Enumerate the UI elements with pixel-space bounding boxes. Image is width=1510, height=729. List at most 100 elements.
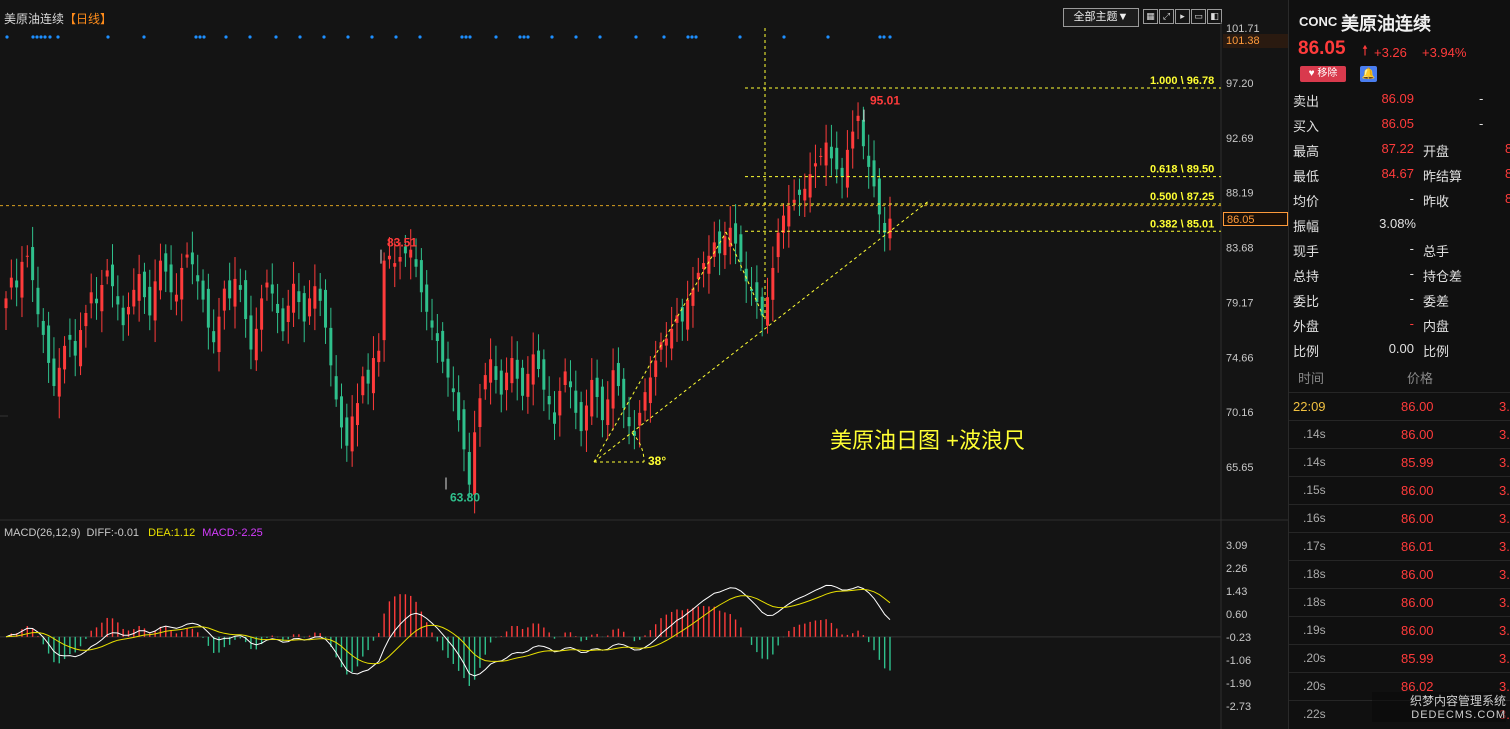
quote-field-row: 均价 - 昨收 8: [1289, 191, 1510, 216]
candle-body: [473, 432, 477, 495]
fib-level-label: 1.000 \ 96.78: [1150, 75, 1214, 87]
field-value-2: 8: [1505, 166, 1510, 181]
fib-level-label: 0.618 \ 89.50: [1150, 164, 1214, 176]
trade-extra: 3.: [1499, 623, 1510, 638]
remove-watchlist-button[interactable]: ♥ 移除: [1300, 66, 1346, 82]
candle-body: [744, 268, 748, 282]
candle-body: [803, 188, 807, 201]
candle-body: [584, 405, 588, 431]
candle-body: [286, 305, 290, 323]
candle-body: [180, 267, 184, 300]
signal-dot: [370, 35, 374, 39]
signal-dot: [522, 35, 526, 39]
candle-body: [579, 402, 583, 432]
trade-extra: 3.: [1499, 595, 1510, 610]
signal-dot: [598, 35, 602, 39]
candle-body: [41, 320, 45, 335]
field-value: -: [1409, 266, 1414, 281]
quote-field-row: 外盘 - 内盘: [1289, 316, 1510, 341]
field-label: 总持: [1293, 269, 1320, 284]
candle-body: [792, 199, 796, 203]
candle-body: [334, 376, 338, 400]
quote-change-pct: +3.94%: [1422, 45, 1467, 60]
fib-level-label: 0.382 \ 85.01: [1150, 218, 1214, 230]
trade-extra: 3.: [1499, 539, 1510, 554]
candle-body: [521, 367, 525, 396]
trade-time: .16s: [1303, 511, 1326, 525]
candle-body: [489, 359, 493, 383]
candle-body: [153, 281, 157, 321]
candle-body: [457, 392, 461, 421]
candle-body: [867, 155, 871, 167]
signal-dot: [106, 35, 110, 39]
macd-axis-tick: 2.26: [1226, 563, 1247, 575]
signal-dot: [690, 35, 694, 39]
candlestick-chart[interactable]: 101.7197.2092.6988.1983.6879.1774.6670.1…: [0, 0, 1288, 729]
candle-body: [212, 331, 216, 343]
candle-body: [787, 205, 791, 227]
candle-body: [196, 275, 200, 282]
candle-body: [84, 312, 88, 327]
candle-body: [654, 360, 658, 377]
signal-dot: [694, 35, 698, 39]
field-label-2: 比例: [1423, 344, 1450, 359]
candle-body: [467, 452, 471, 485]
trade-time: .20s: [1303, 651, 1326, 665]
candle-body: [686, 299, 690, 330]
field-label-2: -: [1479, 91, 1484, 106]
candle-body: [563, 371, 567, 385]
trade-price: 86.00: [1401, 567, 1434, 582]
trade-time: .14s: [1303, 455, 1326, 469]
candle-body: [856, 115, 860, 121]
bell-icon[interactable]: 🔔: [1360, 66, 1377, 82]
candle-body: [222, 288, 226, 311]
candle-body: [382, 260, 386, 341]
candle-body: [350, 416, 354, 452]
candle-body: [819, 155, 823, 157]
high-label-1: 83.51: [387, 236, 417, 250]
candle-body: [430, 320, 434, 328]
signal-dot: [298, 35, 302, 39]
chart-area[interactable]: 美原油连续【日线】 全部主题▼ ▦ ⤢ ▸ ▭ ◧ 101.71 97.20 92.…: [0, 0, 1288, 729]
candle-body: [387, 255, 391, 260]
trade-row: .17s 86.01 3.: [1289, 532, 1510, 560]
candle-body: [691, 288, 695, 306]
signal-dot: [526, 35, 530, 39]
candle-body: [276, 303, 280, 313]
candle-body: [462, 409, 466, 450]
candle-body: [217, 316, 221, 353]
candle-body: [622, 378, 626, 408]
signal-dot: [468, 35, 472, 39]
candle-body: [712, 242, 716, 257]
signal-dot: [274, 35, 278, 39]
up-arrow-icon: 🠕: [1362, 42, 1369, 58]
candle-body: [324, 289, 328, 328]
candle-body: [446, 358, 450, 378]
candle-body: [329, 327, 333, 366]
signal-dot: [56, 35, 60, 39]
candle-body: [771, 267, 775, 300]
field-label: 卖出: [1293, 94, 1320, 109]
trade-time: .19s: [1303, 623, 1326, 637]
candle-body: [568, 381, 572, 388]
field-value-2: 8: [1505, 191, 1510, 206]
candle-body: [190, 252, 194, 265]
quote-panel: CONC 美原油连续 86.05 🠕 +3.26 +3.94% ♥ 移除 🔔 卖…: [1288, 0, 1510, 729]
candle-body: [611, 370, 615, 409]
trade-time: .20s: [1303, 679, 1326, 693]
current-price-tag: 86.05: [1223, 211, 1288, 226]
field-label-2: 开盘: [1423, 144, 1450, 159]
candle-body: [398, 256, 402, 262]
signal-dot: [198, 35, 202, 39]
candle-body: [100, 284, 104, 312]
candle-body: [393, 263, 397, 267]
trade-extra: 3.: [1499, 455, 1510, 470]
candle-body: [707, 255, 711, 274]
field-value: 86.05: [1381, 116, 1414, 131]
remove-label: 移除: [1317, 68, 1338, 79]
candle-body: [505, 372, 509, 391]
signal-dot: [518, 35, 522, 39]
candle-body: [781, 215, 785, 233]
price-axis-tick: 92.69: [1226, 133, 1254, 145]
candle-body: [361, 376, 365, 396]
